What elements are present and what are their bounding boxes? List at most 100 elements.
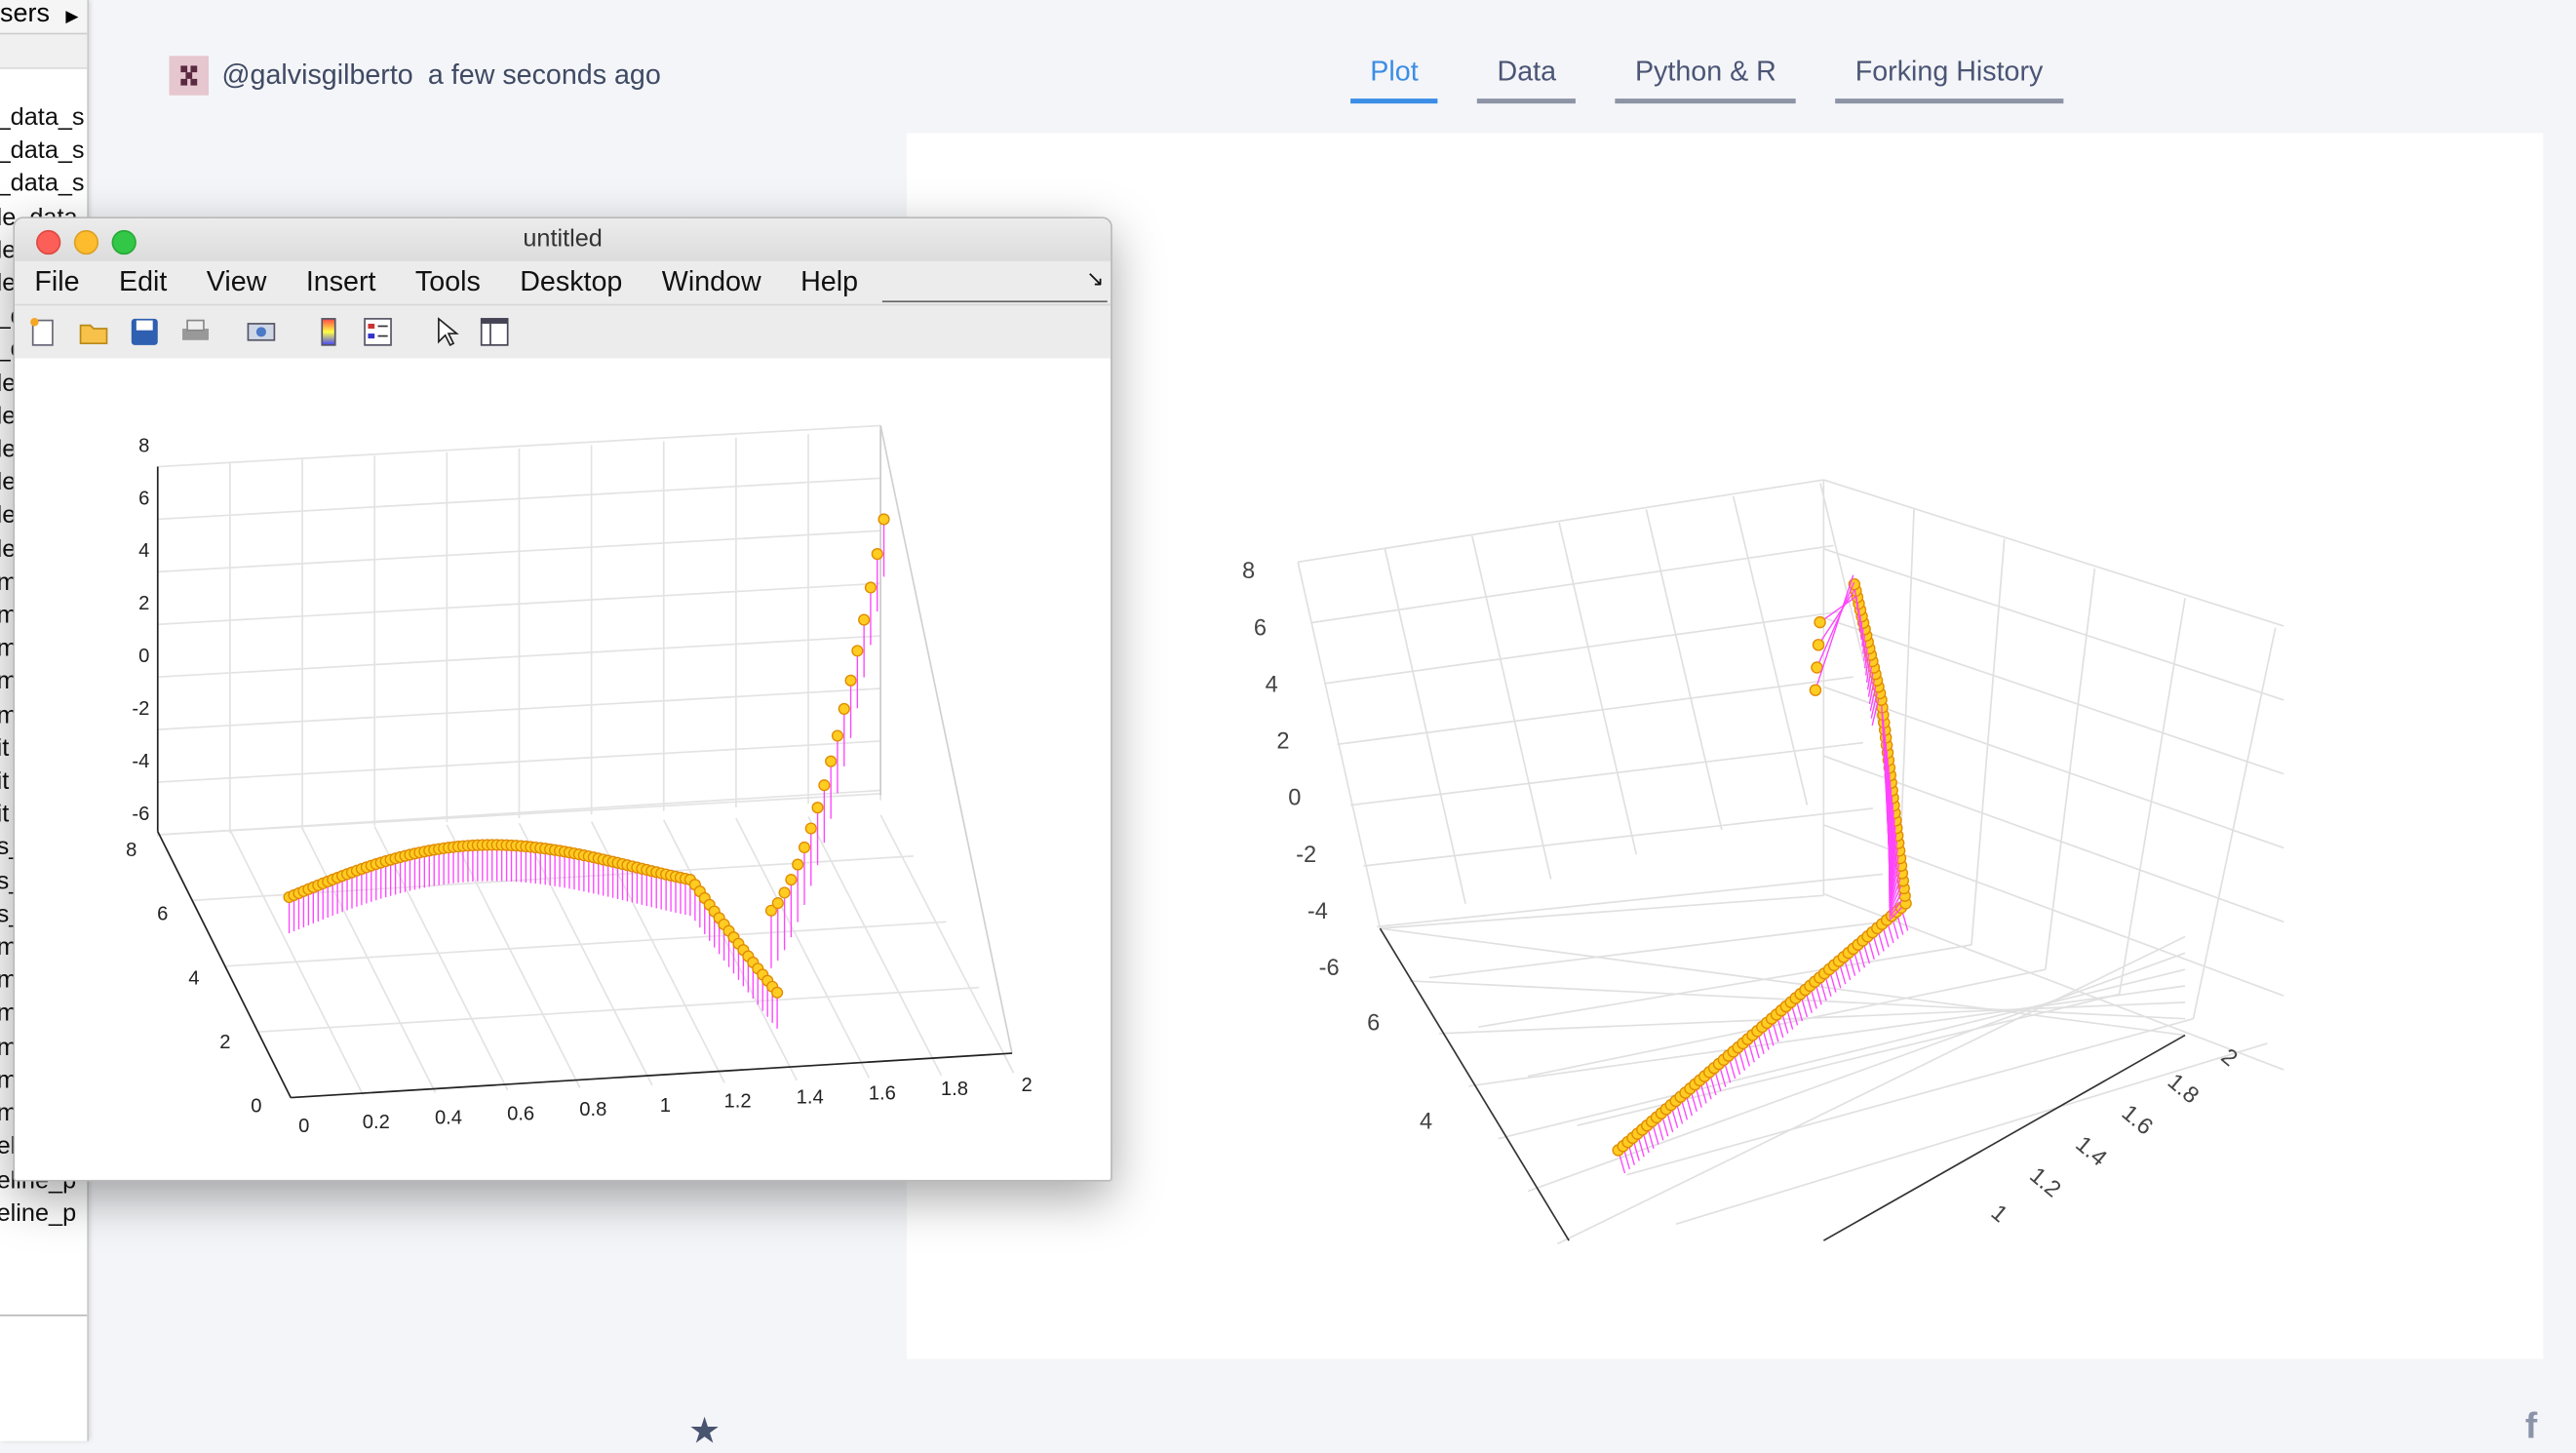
x-tick-label: 1.4 [2071,1131,2112,1171]
y-tick-label: 6 [157,904,168,925]
path-breadcrumb[interactable]: sers ▶ [0,0,87,34]
menu-bar: File Edit View Insert Tools Desktop Wind… [15,261,1111,305]
data-point [1812,662,1822,673]
grid-line [1439,1002,2185,1034]
data-point [852,646,863,656]
grid-line [736,818,869,1078]
link-icon[interactable] [247,317,276,346]
x-tick-label: 0.4 [435,1108,462,1129]
z-tick-label: 4 [138,540,149,562]
x-tick-label: 0 [298,1116,309,1137]
y-tick-label: 2 [219,1032,230,1053]
data-point [779,887,790,898]
menu-underline [882,300,1108,302]
grid-line [1380,928,1569,1240]
menu-window[interactable]: Window [662,266,761,299]
z-tick-label: 6 [1254,614,1267,640]
data-point [1810,685,1820,695]
file-item[interactable]: eline_p [0,1198,85,1231]
grid-line [2193,628,2275,1019]
x-tick-label: 1.2 [724,1091,752,1113]
x-tick-label: 2 [2216,1043,2243,1071]
title-bar[interactable]: untitled [15,218,1111,261]
file-item[interactable]: _data_s [0,136,85,169]
data-point [839,704,849,715]
grid-line [1823,549,2283,700]
grid-line [1364,808,1873,866]
chevron-right-icon[interactable]: ▶ [65,3,78,32]
y-tick-label: 6 [1367,1009,1380,1035]
property-inspector-icon[interactable] [480,317,509,346]
open-icon[interactable] [79,317,108,346]
z-tick-label: -2 [1296,842,1316,867]
grid-line [1380,895,1823,928]
file-item[interactable]: _data_s [0,169,85,202]
y-tick-label: 4 [188,967,199,989]
print-icon[interactable] [180,317,210,346]
file-item[interactable]: _data_s [0,101,85,135]
grid-line [1823,480,2283,626]
view-tabs: Plot Data Python & R Forking History [1350,56,2102,103]
y-tick-label: 8 [126,840,137,861]
menu-view[interactable]: View [207,266,267,299]
username-link[interactable]: @galvisgilberto [221,59,412,93]
menu-desktop[interactable]: Desktop [520,266,622,299]
data-point [1815,617,1825,628]
menu-insert[interactable]: Insert [306,266,376,299]
legend-icon[interactable] [363,317,392,346]
plot-panel[interactable]: 86420-2-4-64611.21.41.61.82 [907,133,2543,1358]
tab-forking-history[interactable]: Forking History [1836,56,2063,103]
data-point [1813,640,1823,650]
data-point [793,859,803,870]
window-title: untitled [15,225,1111,254]
data-point [772,987,783,998]
pointer-icon[interactable] [432,317,461,346]
grid-line [258,988,980,1032]
data-point [833,730,843,741]
data-point [866,582,877,593]
x-tick-label: 0.2 [363,1112,390,1133]
z-tick-label: -6 [132,804,149,825]
x-tick-label: 1 [1986,1199,2012,1227]
grid-line [158,832,291,1098]
z-tick-label: 8 [138,435,149,456]
menu-file[interactable]: File [34,266,79,299]
z-tick-label: -4 [1308,898,1328,923]
star-icon[interactable]: ★ [688,1410,721,1453]
x-tick-label: 0.6 [507,1103,534,1124]
grid-line [1472,535,1551,879]
matlab-3d-chart[interactable]: 00.20.40.60.811.21.41.61.820246886420-2-… [15,358,1111,1180]
z-tick-label: 6 [138,488,149,509]
new-figure-icon[interactable] [28,317,58,346]
grid-line [1377,874,1883,926]
tab-plot[interactable]: Plot [1350,56,1438,103]
data-point [812,803,823,813]
z-tick-label: 2 [138,593,149,614]
grid-line [1734,496,1808,805]
tab-python-r[interactable]: Python & R [1616,56,1796,103]
tab-data[interactable]: Data [1477,56,1576,103]
grid-line [1499,969,2185,1139]
figure-canvas[interactable]: 00.20.40.60.811.21.41.61.820246886420-2-… [15,358,1111,1180]
plotly-3d-chart[interactable]: 86420-2-4-64611.21.41.61.82 [907,133,2543,1358]
timestamp: a few seconds ago [428,59,661,93]
z-tick-label: -4 [132,751,149,772]
y-tick-label: 4 [1420,1109,1432,1134]
menu-edit[interactable]: Edit [119,266,167,299]
data-point [786,875,797,885]
dock-icon[interactable]: ↘ [1086,266,1104,293]
menu-help[interactable]: Help [800,266,858,299]
x-tick-label: 2 [1022,1075,1033,1096]
z-tick-label: -2 [132,698,149,720]
z-tick-label: 2 [1276,728,1289,754]
z-tick-label: 8 [1242,558,1255,583]
z-tick-label: 4 [1266,671,1278,696]
matlab-figure-window[interactable]: untitled File Edit View Insert Tools Des… [13,216,1112,1181]
menu-tools[interactable]: Tools [415,266,481,299]
grid-line [880,815,1013,1074]
grid-line [880,425,1012,1053]
save-icon[interactable] [130,317,159,346]
z-tick-label: 0 [138,646,149,667]
avatar[interactable] [170,56,209,95]
colorbar-icon[interactable] [314,317,343,346]
